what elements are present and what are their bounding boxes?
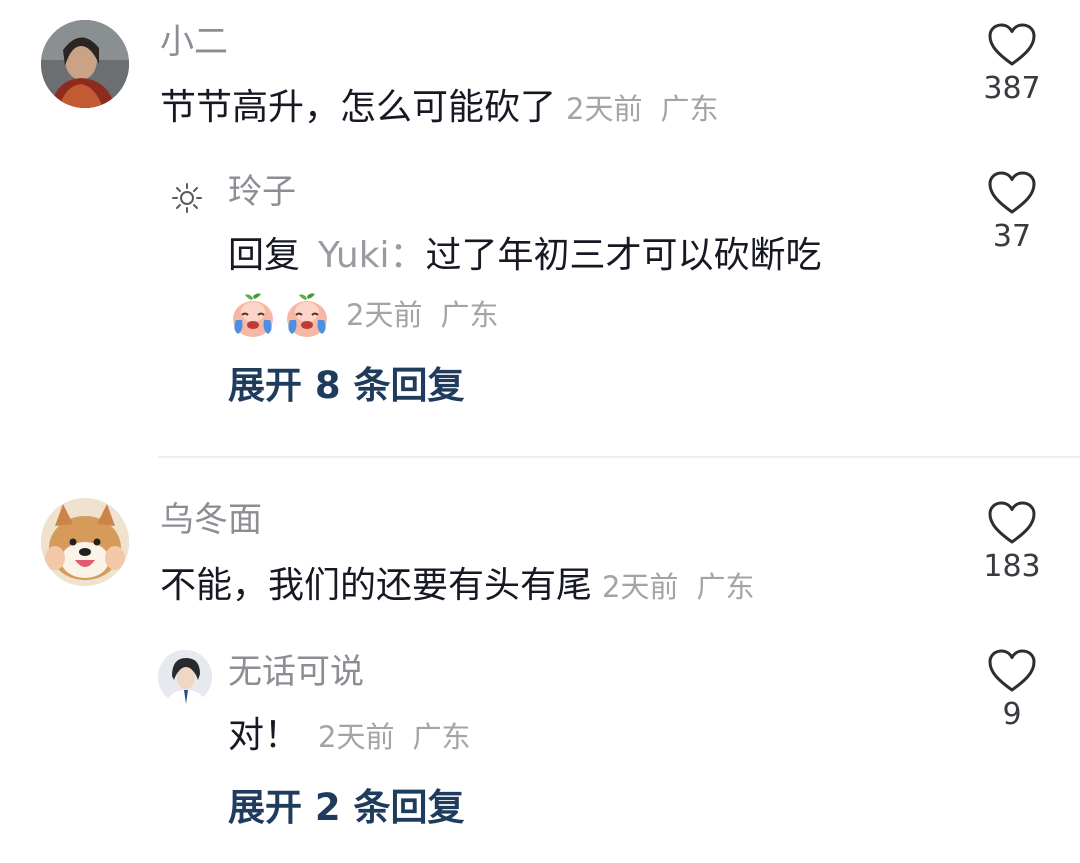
reply-body: 对！: [228, 715, 301, 756]
avatar[interactable]: [41, 498, 129, 586]
comment-list: 小二 节节高升，怎么可能砍了2天前广东 387 玲子 回复Yuki：过了年: [0, 0, 1080, 863]
comment-location: 广东: [660, 92, 719, 126]
reply-time: 2天前: [318, 720, 395, 754]
comment-body: 节节高升，怎么可能砍了: [160, 87, 557, 128]
reply-body: 过了年初三才可以砍断吃: [425, 235, 822, 276]
reply-meta: 2天前 广东: [318, 720, 470, 754]
reply-username[interactable]: 玲子: [228, 172, 296, 212]
sun-icon: [172, 183, 202, 213]
comment-time: 2天前: [602, 570, 679, 604]
avatar[interactable]: [158, 650, 212, 704]
reply-username[interactable]: 无话可说: [228, 652, 364, 692]
reply-time: 2天前: [346, 298, 423, 332]
heart-icon: [988, 23, 1036, 66]
heart-icon: [988, 501, 1036, 544]
reply-location: 广东: [412, 720, 471, 754]
comment-location: 广东: [696, 570, 755, 604]
reply-text: 对！ 2天前 广东: [228, 714, 470, 759]
divider: [158, 456, 1080, 458]
like-count: 37: [992, 219, 1032, 254]
expand-replies-button[interactable]: 展开 8 条回复: [228, 364, 465, 408]
comment-username[interactable]: 乌冬面: [160, 500, 262, 540]
heart-icon: [988, 649, 1036, 692]
expand-replies-button[interactable]: 展开 2 条回复: [228, 786, 465, 830]
reply-text-line-2: 2天前 广东: [228, 290, 498, 340]
comment-body: 不能，我们的还要有头有尾: [160, 565, 593, 606]
like-button[interactable]: 37: [972, 170, 1052, 254]
comment-text: 节节高升，怎么可能砍了 2天前 广东: [160, 86, 718, 131]
avatar[interactable]: [41, 20, 129, 108]
reply-location: 广东: [440, 298, 499, 332]
avatar[interactable]: [165, 176, 209, 220]
like-count: 9: [1002, 697, 1022, 732]
like-button[interactable]: 183: [972, 500, 1052, 584]
crying-peach-emoji: [233, 293, 273, 337]
comment-text: 不能，我们的还要有头有尾 2天前 广东: [160, 564, 754, 609]
like-button[interactable]: 9: [972, 648, 1052, 732]
comment-meta: 2天前 广东: [602, 570, 754, 604]
reply-prefix: 回复: [228, 235, 301, 276]
heart-icon: [988, 171, 1036, 214]
reply-mention[interactable]: Yuki：: [318, 235, 426, 276]
comment-time: 2天前: [566, 92, 643, 126]
comment-meta: 2天前 广东: [566, 92, 718, 126]
like-button[interactable]: 387: [972, 22, 1052, 106]
like-count: 183: [983, 549, 1041, 584]
comment-username[interactable]: 小二: [160, 22, 228, 62]
reply-text: 回复 Yuki：过了年初三才可以砍断吃: [228, 234, 822, 278]
crying-peach-emoji: [287, 293, 327, 337]
like-count: 387: [983, 71, 1041, 106]
reply-meta: 2天前 广东: [346, 298, 498, 332]
